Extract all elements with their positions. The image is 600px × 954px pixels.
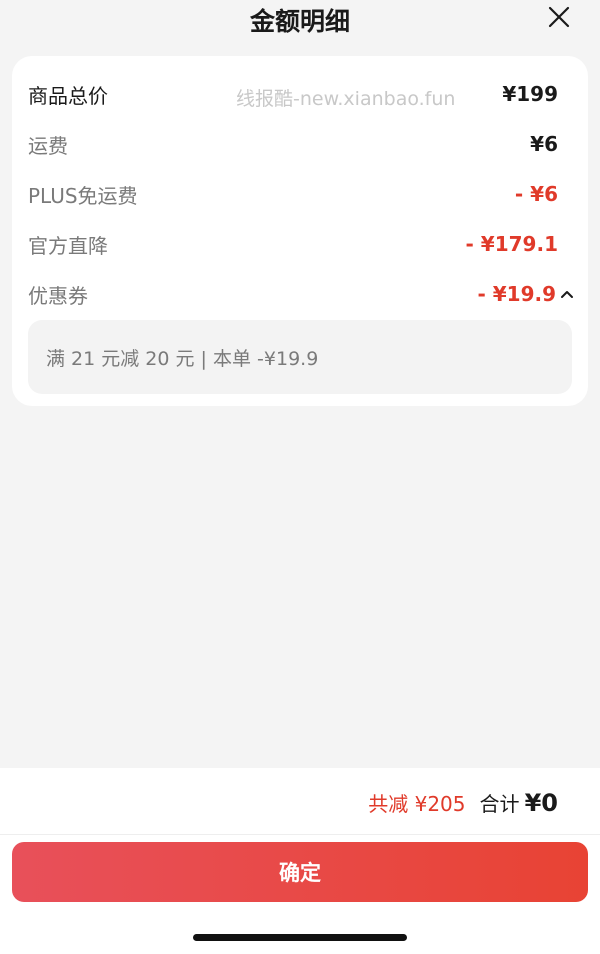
confirm-button[interactable]: 确定 (12, 842, 588, 902)
sheet-header: 金额明细 (0, 0, 600, 44)
goods-total-amount: ¥199 (502, 82, 558, 106)
chevron-up-icon[interactable] (560, 287, 574, 301)
sheet-title: 金额明细 (249, 7, 350, 36)
row-plus-free-shipping: PLUS免运费 - ¥6 (28, 178, 558, 210)
coupon-amount: - ¥19.9 (477, 282, 556, 306)
shipping-label: 运费 (28, 133, 68, 158)
official-discount-label: 官方直降 (28, 233, 108, 258)
plus-free-shipping-amount: - ¥6 (514, 182, 558, 206)
official-discount-amount: - ¥179.1 (465, 232, 558, 256)
coupon-amount-group[interactable]: - ¥19.9 (477, 282, 573, 306)
coupon-label: 优惠券 (28, 283, 88, 308)
coupon-detail: 满 21 元减 20 元 | 本单 -¥19.9 (28, 320, 572, 394)
close-icon[interactable] (546, 4, 572, 30)
goods-total-label: 商品总价 (28, 83, 108, 108)
summary: 共减 ¥205 合计 ¥0 (368, 788, 558, 817)
row-official-discount: 官方直降 - ¥179.1 (28, 228, 558, 260)
footer-divider (0, 834, 600, 835)
row-shipping: 运费 ¥6 (28, 128, 558, 160)
row-coupon[interactable]: 优惠券 - ¥19.9 (28, 278, 573, 310)
total-saved: 共减 ¥205 (368, 792, 466, 816)
total-amount: ¥0 (524, 789, 558, 817)
home-indicator (193, 934, 407, 941)
shipping-amount: ¥6 (530, 132, 558, 156)
total-label: 合计 (479, 792, 520, 816)
watermark: 线报酷-new.xianbao.fun (236, 88, 456, 110)
footer: 共减 ¥205 合计 ¥0 确定 (0, 768, 600, 954)
plus-free-shipping-label: PLUS免运费 (28, 183, 138, 208)
